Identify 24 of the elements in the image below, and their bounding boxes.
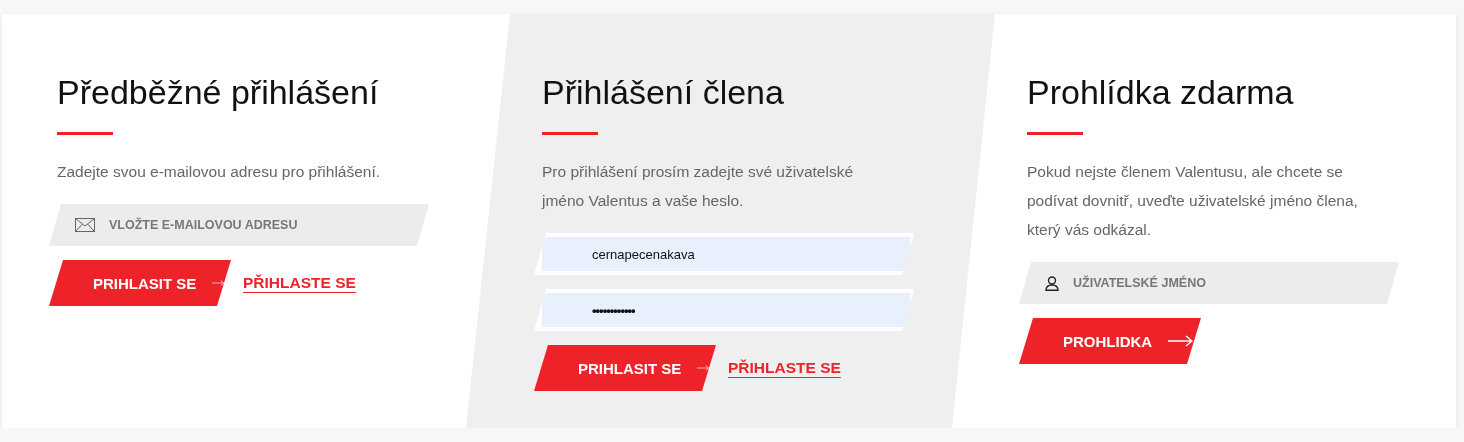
email-placeholder: VLOŽTE E-MAILOVOU ADRESU xyxy=(109,218,298,232)
username-placeholder: UŽIVATELSKÉ JMÉNO xyxy=(1073,276,1206,290)
register-link[interactable]: PŘIHLASTE SE xyxy=(728,359,841,377)
panel-title: Prohlídka zdarma xyxy=(1027,72,1295,112)
register-link[interactable]: PŘIHLASTE SE xyxy=(243,274,356,292)
panel-title: Předběžné přihlášení xyxy=(57,72,380,112)
username-field[interactable]: UŽIVATELSKÉ JMÉNO xyxy=(1019,262,1399,304)
panel-description: Zadejte svou e-mailovou adresu pro přihlášení. xyxy=(57,162,382,182)
username-value: cernapecenakava xyxy=(592,246,695,262)
submit-button[interactable]: PRIHLASIT SE xyxy=(534,345,716,391)
arrow-icon xyxy=(697,362,710,374)
panel-title: Přihlášení člena xyxy=(542,72,785,112)
envelope-icon xyxy=(75,218,95,232)
username-field[interactable]: cernapecenakava xyxy=(534,233,914,275)
submit-button[interactable]: PRIHLASIT SE xyxy=(49,260,231,306)
arrow-icon xyxy=(212,277,225,289)
panel-description: Pro přihlášení prosím zadejte své uživatelské jméno Valentus a vaše heslo. xyxy=(542,162,854,211)
email-field[interactable]: VLOŽTE E-MAILOVOU ADRESU xyxy=(49,204,429,246)
password-value: •••••••••••• xyxy=(592,302,635,318)
user-icon xyxy=(1045,275,1059,291)
submit-button[interactable]: PROHLIDKA xyxy=(1019,318,1201,364)
arrow-icon xyxy=(1168,335,1195,347)
panel-description: Pokud nejste členem Valentusu, ale chcete se podívat dovnitř, uveďte uživatelské jméno člena, který vás odkázal. xyxy=(1027,162,1359,240)
password-field[interactable]: •••••••••••• xyxy=(534,289,914,331)
